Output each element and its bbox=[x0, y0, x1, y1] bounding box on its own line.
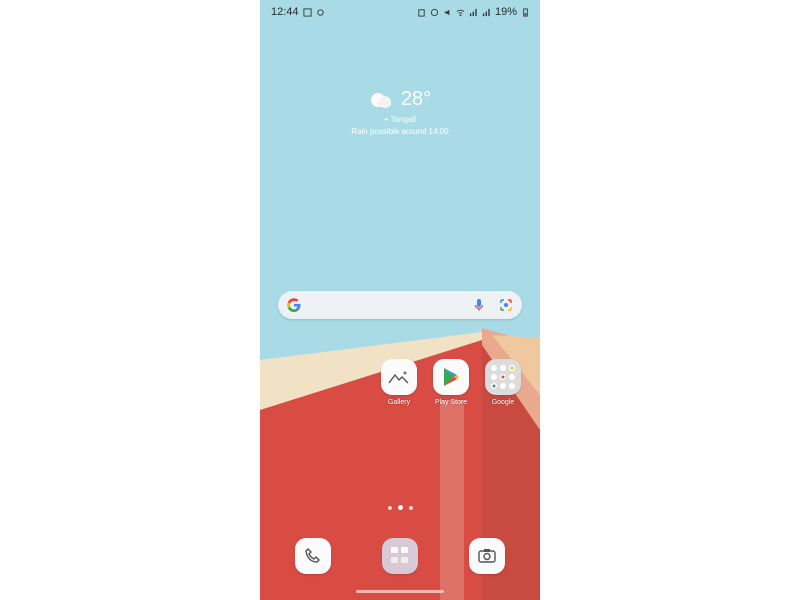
google-search-bar[interactable] bbox=[278, 291, 522, 319]
notification-icon bbox=[316, 8, 324, 16]
lens-icon[interactable] bbox=[499, 298, 513, 312]
location-pin-icon: ⌖ bbox=[384, 115, 389, 124]
cloudy-icon bbox=[370, 92, 391, 108]
temperature: 28° bbox=[400, 88, 432, 110]
gallery-icon[interactable] bbox=[381, 359, 417, 395]
app-play-store[interactable]: Play Store bbox=[425, 359, 477, 406]
app-label-gallery: Gallery bbox=[387, 399, 411, 406]
screenshot-icon bbox=[302, 7, 312, 17]
forecast-text: Rain possible around 14:00 bbox=[351, 127, 449, 136]
location-text: Tangail bbox=[390, 115, 416, 124]
battery-percent: 19% bbox=[494, 6, 517, 18]
play-store-icon[interactable] bbox=[433, 359, 469, 395]
google-g-icon bbox=[287, 298, 301, 312]
page-dot-current[interactable] bbox=[397, 505, 403, 510]
app-google-folder[interactable]: Google bbox=[477, 359, 529, 406]
clock: 12:44 bbox=[271, 6, 299, 18]
page-dot-next[interactable] bbox=[408, 505, 413, 510]
mute-icon bbox=[444, 9, 450, 15]
camera-icon bbox=[478, 549, 496, 563]
battery-icon bbox=[523, 7, 528, 17]
wifi-icon bbox=[456, 9, 465, 16]
app-label-google: Google bbox=[491, 399, 515, 406]
dock-camera[interactable] bbox=[469, 538, 505, 574]
battery-saver-icon bbox=[418, 8, 425, 17]
signal-icon-2 bbox=[482, 8, 490, 16]
page-dot-home[interactable] bbox=[387, 505, 392, 510]
google-folder-icon[interactable] bbox=[485, 359, 521, 395]
phone-icon bbox=[305, 548, 320, 563]
signal-icon bbox=[469, 8, 477, 16]
alarm-icon bbox=[430, 8, 439, 16]
page-indicators bbox=[260, 505, 540, 510]
status-bar: 12:44 19% bbox=[260, 0, 540, 24]
folder-icon bbox=[391, 547, 408, 563]
location-label: ⌖ Tangail bbox=[260, 115, 540, 125]
dock-folder[interactable] bbox=[382, 538, 418, 574]
gesture-navigation-bar[interactable] bbox=[356, 590, 444, 593]
weather-widget[interactable]: 28° ⌖ Tangail Rain possible around 14:00 bbox=[260, 88, 540, 136]
app-label-play-store: Play Store bbox=[434, 399, 468, 406]
mic-icon[interactable] bbox=[474, 298, 484, 312]
dock-phone[interactable] bbox=[295, 538, 331, 574]
phone-screen: 12:44 19% 28° ⌖ Tangail Rain possible ar… bbox=[260, 0, 540, 600]
app-gallery[interactable]: Gallery bbox=[373, 359, 425, 406]
